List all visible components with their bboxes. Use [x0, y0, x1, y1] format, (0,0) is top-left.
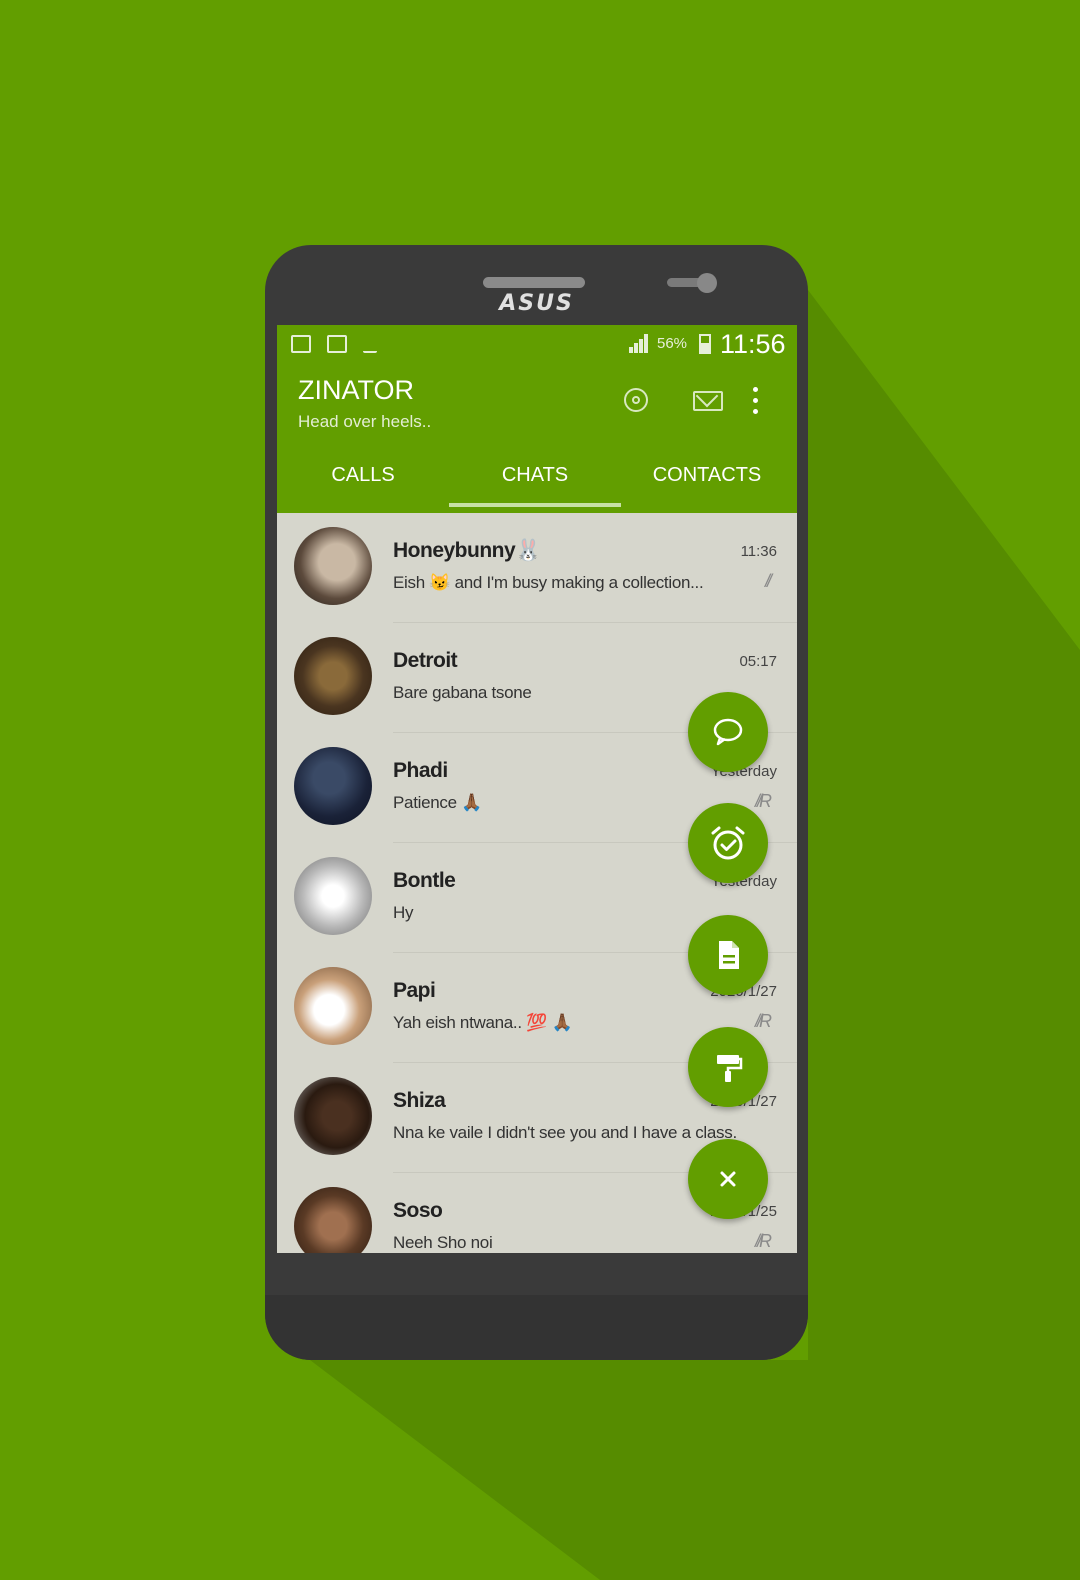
avatar	[294, 1187, 372, 1253]
tab-calls[interactable]: CALLS	[277, 453, 449, 513]
avatar	[294, 967, 372, 1045]
read-receipt: //R	[754, 1011, 772, 1031]
signal-icon	[629, 333, 649, 353]
search-icon[interactable]	[624, 388, 648, 412]
scheduled-message-button[interactable]	[688, 803, 768, 883]
avatar	[294, 527, 372, 605]
tab-selected-indicator	[449, 503, 621, 507]
compose-mail-icon[interactable]	[693, 391, 723, 411]
app-title: ZINATOR	[298, 375, 415, 405]
chat-name: Papi	[393, 979, 436, 1002]
avatar	[294, 747, 372, 825]
app-bar: 56% 11:56 ZINATOR Head over heels.. CALL…	[277, 325, 797, 513]
chat-preview: Yah eish ntwana.. 💯 🙏🏾	[393, 1013, 573, 1032]
phone-chin	[265, 1295, 808, 1360]
chat-row[interactable]: Honeybunny🐰 11:36 Eish 😼 and I'm busy ma…	[277, 513, 797, 623]
avatar	[294, 1077, 372, 1155]
new-chat-button[interactable]	[688, 692, 768, 772]
tab-contacts[interactable]: CONTACTS	[621, 453, 793, 513]
avatar	[294, 857, 372, 935]
app-subtitle: Head over heels..	[298, 412, 432, 431]
document-button[interactable]	[688, 915, 768, 995]
chat-preview: Nna ke vaile I didn't see you and I have…	[393, 1123, 737, 1142]
chat-name: Detroit	[393, 649, 458, 672]
chat-preview: Patience 🙏🏾	[393, 793, 483, 812]
chat-name: Bontle	[393, 869, 456, 892]
document-icon	[719, 941, 739, 969]
read-receipt: //R	[754, 791, 772, 811]
download-icon	[363, 335, 377, 353]
close-icon	[720, 1171, 736, 1187]
chat-preview: Hy	[393, 903, 414, 922]
read-receipt: //	[764, 571, 772, 591]
battery-icon	[699, 334, 711, 354]
phone-speaker	[483, 277, 585, 288]
image-icon	[327, 335, 347, 353]
chat-preview: Neeh Sho noi	[393, 1233, 493, 1252]
phone-brand-logo: ASUS	[499, 291, 574, 316]
notification-icon	[291, 335, 311, 353]
chat-time: 11:36	[740, 543, 777, 560]
chat-name: Phadi	[393, 759, 448, 782]
battery-percent: 56%	[657, 335, 688, 352]
app-screen: 56% 11:56 ZINATOR Head over heels.. CALL…	[277, 325, 797, 1253]
chat-name: Shiza	[393, 1089, 446, 1112]
chat-preview: Bare gabana tsone	[393, 683, 532, 702]
chat-name: Soso	[393, 1199, 443, 1222]
read-receipt: //R	[754, 1231, 772, 1251]
status-bar: 56% 11:56	[277, 325, 797, 365]
paint-roller-icon	[717, 1055, 743, 1082]
phone-camera	[697, 273, 717, 293]
chat-bubble-icon	[713, 718, 743, 746]
chat-preview: Eish 😼 and I'm busy making a collection.…	[393, 573, 704, 592]
chat-time: 05:17	[739, 653, 777, 670]
theme-button[interactable]	[688, 1027, 768, 1107]
alarm-check-icon	[711, 826, 745, 860]
chat-name: Honeybunny🐰	[393, 539, 541, 562]
close-menu-button[interactable]	[688, 1139, 768, 1219]
more-options-icon[interactable]	[753, 387, 759, 415]
status-clock: 11:56	[720, 329, 786, 359]
avatar	[294, 637, 372, 715]
